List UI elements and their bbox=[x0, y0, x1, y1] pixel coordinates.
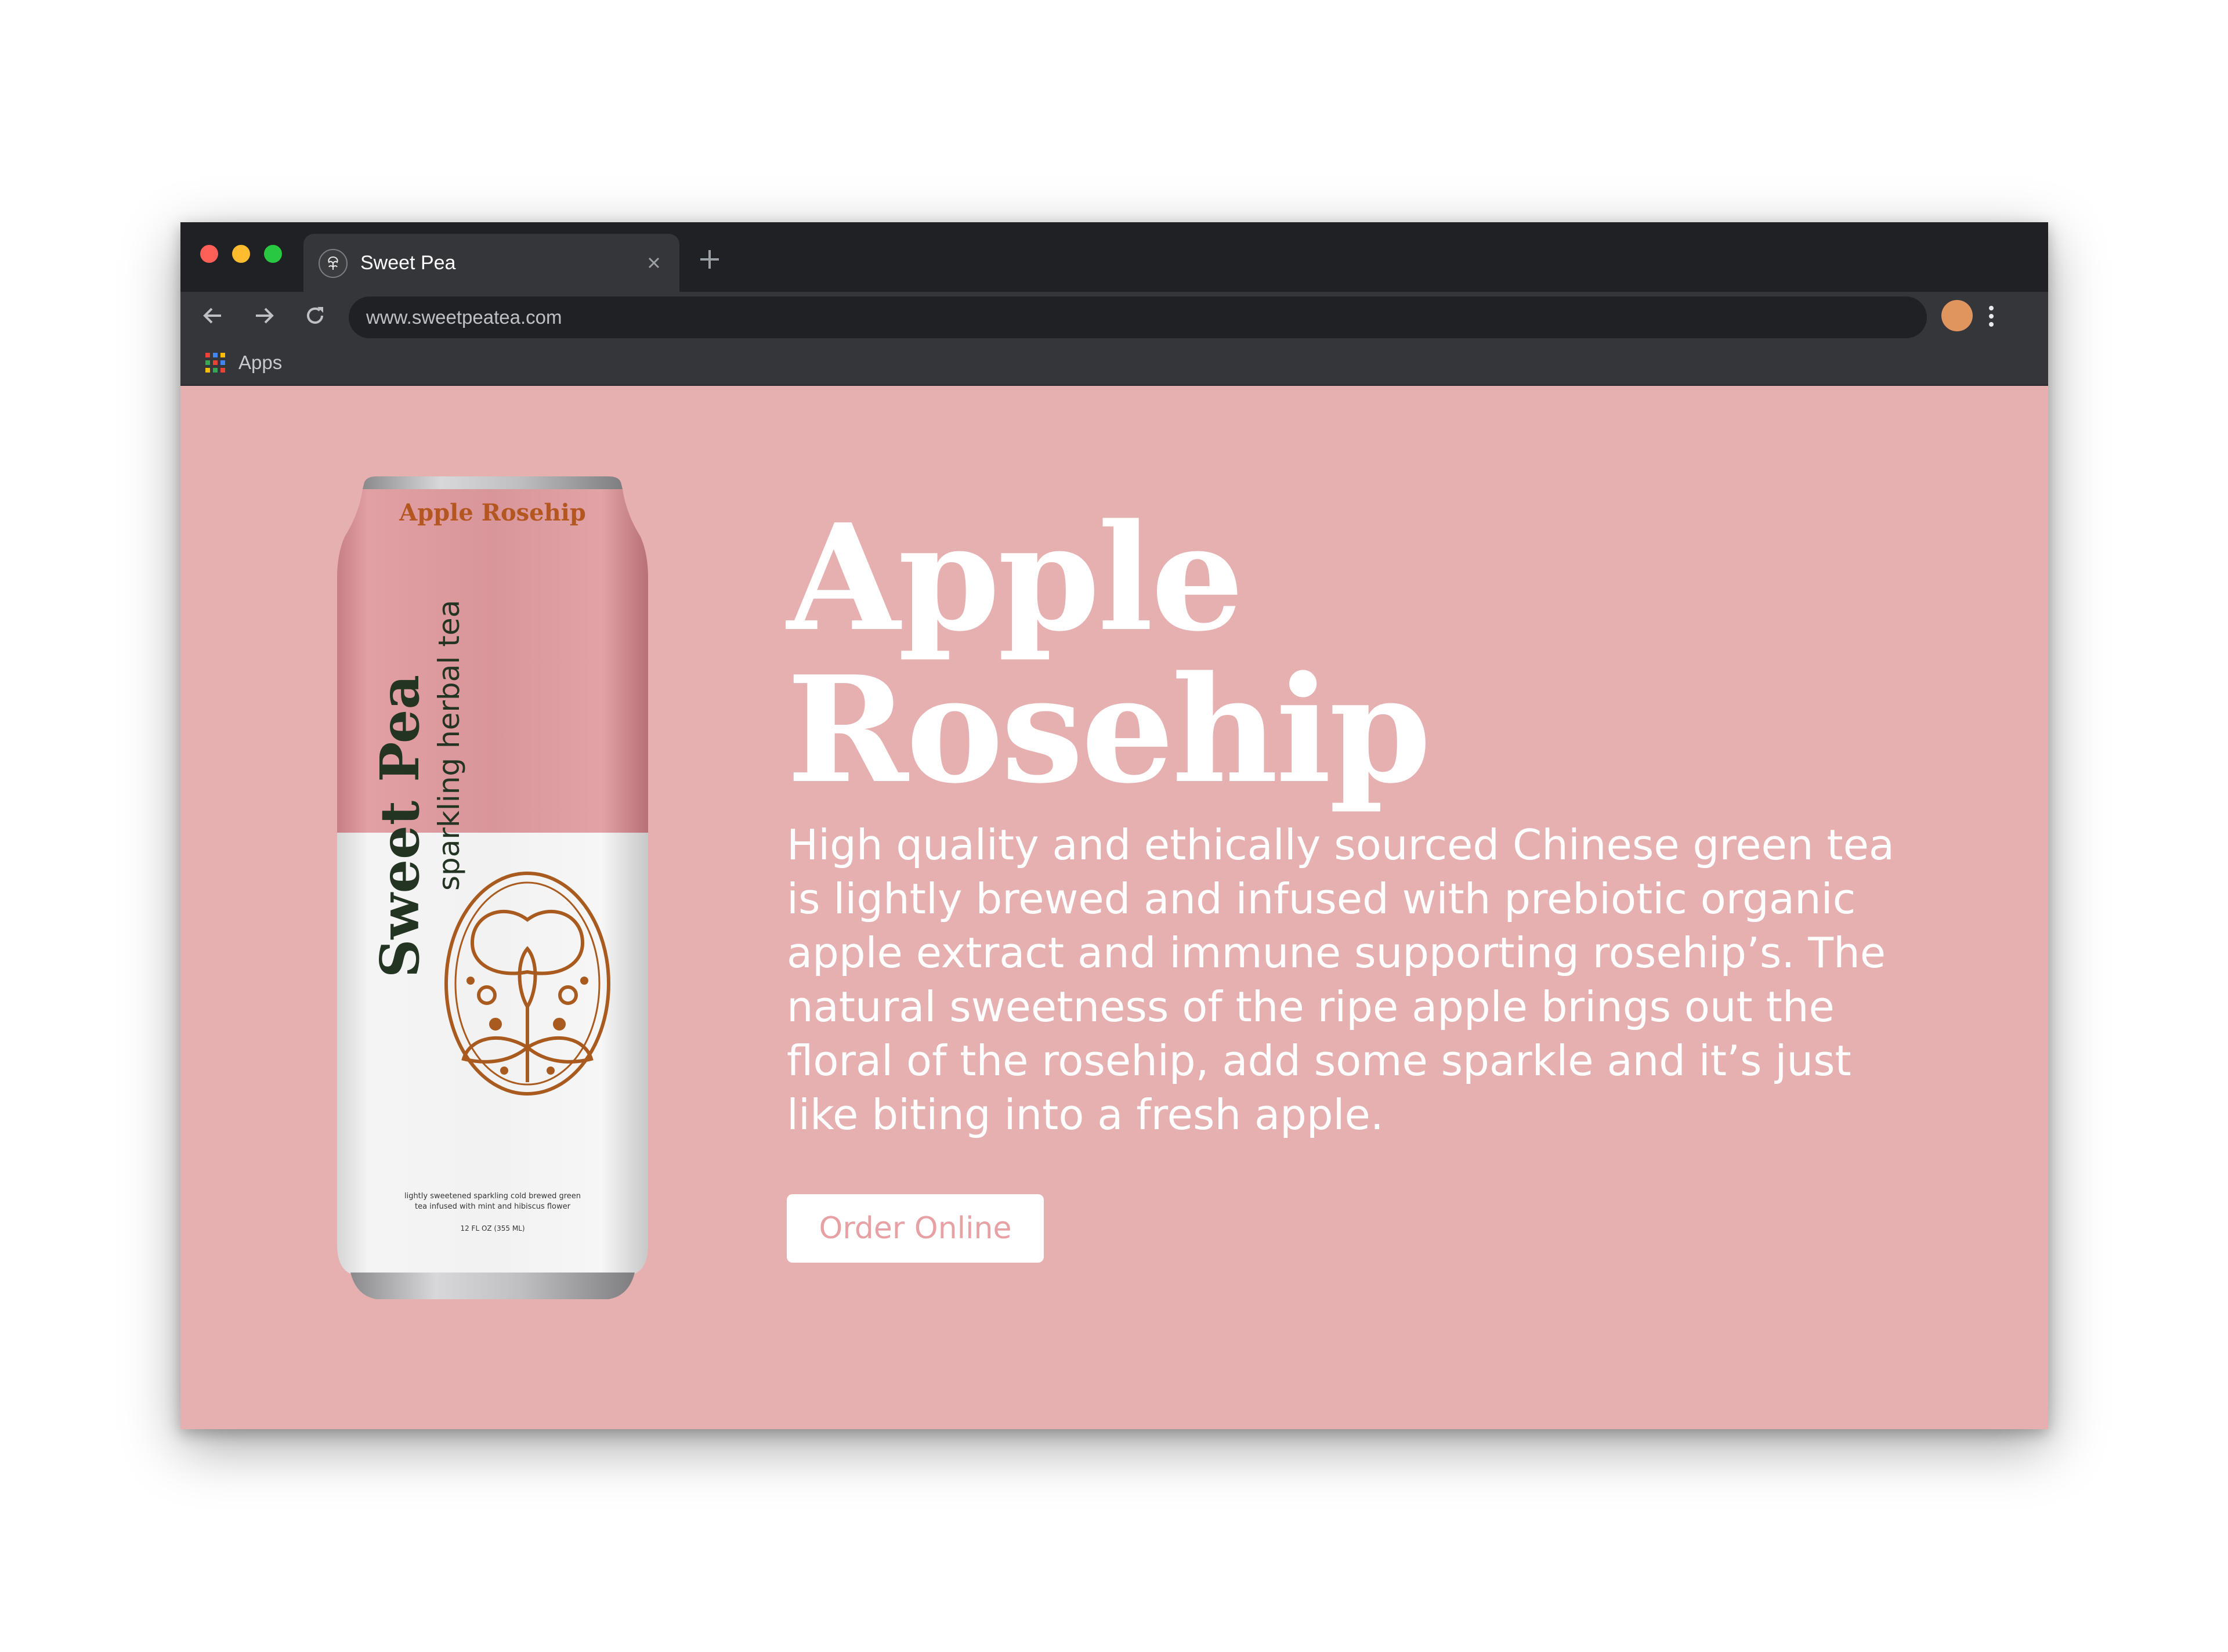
apps-bookmark[interactable]: Apps bbox=[238, 351, 282, 374]
close-icon[interactable] bbox=[645, 254, 663, 272]
arrow-left-icon[interactable] bbox=[199, 302, 227, 330]
tab-title: Sweet Pea bbox=[360, 252, 456, 274]
arrow-right-icon[interactable] bbox=[250, 302, 278, 330]
can-small-print-line2: tea infused with mint and hibiscus flowe… bbox=[415, 1202, 571, 1211]
product-can-image: Apple Rosehip Sweet Pea sparkling herbal… bbox=[337, 476, 648, 1299]
sweet-pea-logo-icon bbox=[319, 249, 348, 278]
browser-window: Sweet Pea www.sweetpeatea.com Apps Apple… bbox=[180, 222, 2048, 1429]
close-window-button[interactable] bbox=[200, 245, 218, 263]
minimize-window-button[interactable] bbox=[232, 245, 250, 263]
can-brand-name: Sweet Pea bbox=[368, 675, 431, 978]
product-title-line2: Rosehip bbox=[787, 644, 1431, 816]
can-subtitle: sparkling herbal tea bbox=[432, 600, 466, 891]
product-description: High quality and ethically sourced Chine… bbox=[787, 820, 1894, 1139]
title-bar: Sweet Pea bbox=[180, 222, 2048, 292]
more-vertical-icon[interactable] bbox=[1987, 302, 1996, 330]
address-bar[interactable]: www.sweetpeatea.com bbox=[349, 297, 1927, 338]
can-flavor-label: Apple Rosehip bbox=[399, 499, 586, 526]
maximize-window-button[interactable] bbox=[264, 245, 282, 263]
url-text: www.sweetpeatea.com bbox=[366, 306, 562, 328]
bookmarks-bar: Apps bbox=[180, 339, 2048, 386]
product-hero: Apple Rosehip Sweet Pea sparkling herbal… bbox=[180, 386, 2048, 1429]
product-title: Apple Rosehip bbox=[787, 502, 1431, 806]
reload-icon[interactable] bbox=[301, 302, 329, 330]
apps-grid-icon[interactable] bbox=[205, 352, 226, 373]
order-online-button[interactable]: Order Online bbox=[787, 1194, 1044, 1263]
product-title-line1: Apple bbox=[787, 492, 1244, 664]
profile-avatar[interactable] bbox=[1941, 300, 1973, 331]
browser-toolbar: www.sweetpeatea.com bbox=[180, 292, 2048, 339]
plus-icon[interactable] bbox=[698, 248, 721, 271]
browser-tab[interactable]: Sweet Pea bbox=[303, 234, 679, 292]
can-small-print-line1: lightly sweetened sparkling cold brewed … bbox=[404, 1192, 581, 1201]
can-volume: 12 FL OZ (355 ML) bbox=[460, 1224, 525, 1232]
